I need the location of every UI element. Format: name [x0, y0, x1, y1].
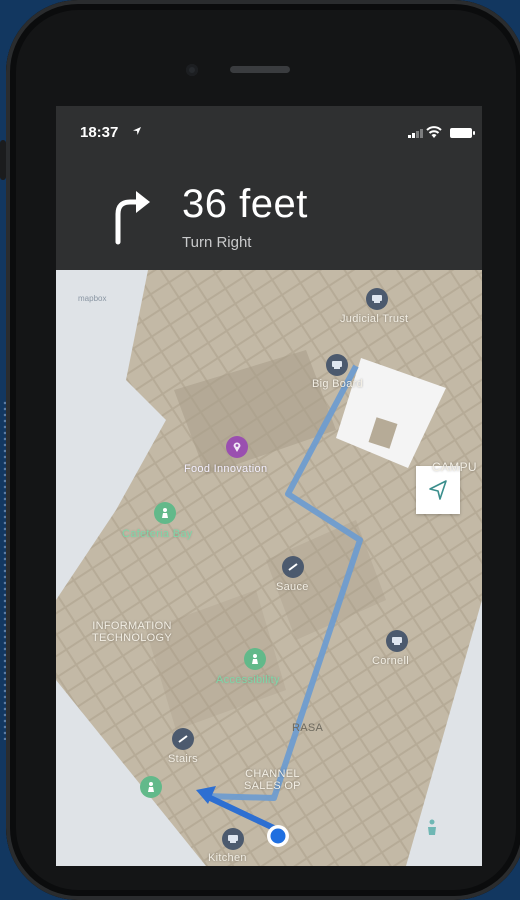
location-services-icon: [133, 127, 141, 135]
meeting-room-icon[interactable]: [366, 288, 388, 310]
poi-label: Cafeteria Bay: [122, 528, 193, 540]
department-label: CHANNEL SALES OP: [244, 768, 301, 792]
status-bar: 18:37: [56, 106, 482, 146]
place-pin-icon[interactable]: [226, 436, 248, 458]
poi-label: Sauce: [276, 581, 309, 593]
meeting-room-icon[interactable]: [326, 354, 348, 376]
stairs-icon[interactable]: [282, 556, 304, 578]
front-camera: [186, 64, 198, 76]
poi-label: Cornell: [372, 655, 409, 667]
meeting-room-icon[interactable]: [386, 630, 408, 652]
restroom-icon[interactable]: [244, 648, 266, 670]
status-time: 18:37: [80, 124, 119, 141]
wifi-icon: [426, 126, 442, 138]
elevator-icon[interactable]: [424, 818, 440, 838]
poi-label: Judicial Trust: [340, 313, 409, 325]
poi-label: Big Board: [312, 378, 364, 390]
user-location-dot: [270, 828, 286, 844]
poi-label: Accessibility: [216, 674, 280, 686]
indoor-map[interactable]: mapbox Judicial Trust Big Board Food Inn…: [56, 270, 482, 866]
cellular-signal-icon: [408, 129, 423, 138]
area-label: CAMPU: [432, 460, 477, 474]
phone-screen: 18:37 36 feet Turn Right mapbox Judicial…: [56, 106, 482, 866]
mapbox-attribution[interactable]: mapbox: [78, 294, 106, 303]
meeting-room-icon[interactable]: [222, 828, 244, 850]
battery-icon: [450, 128, 475, 138]
poi-label: Stairs: [168, 753, 198, 765]
turn-instruction: Turn Right: [182, 234, 252, 251]
turn-right-arrow-icon: [115, 191, 150, 245]
mute-switch: [0, 140, 6, 180]
restroom-icon[interactable]: [154, 502, 176, 524]
department-label: INFORMATION TECHNOLOGY: [92, 620, 173, 644]
poi-label: Food Innovation: [184, 463, 268, 475]
department-label: RASA: [292, 722, 324, 734]
restroom-icon[interactable]: [140, 776, 162, 798]
poi-label: Kitchen: [208, 852, 247, 864]
earpiece-speaker: [230, 66, 290, 73]
navigation-header: 18:37 36 feet Turn Right: [56, 106, 482, 270]
distance-remaining: 36 feet: [182, 182, 308, 226]
stairs-icon[interactable]: [172, 728, 194, 750]
